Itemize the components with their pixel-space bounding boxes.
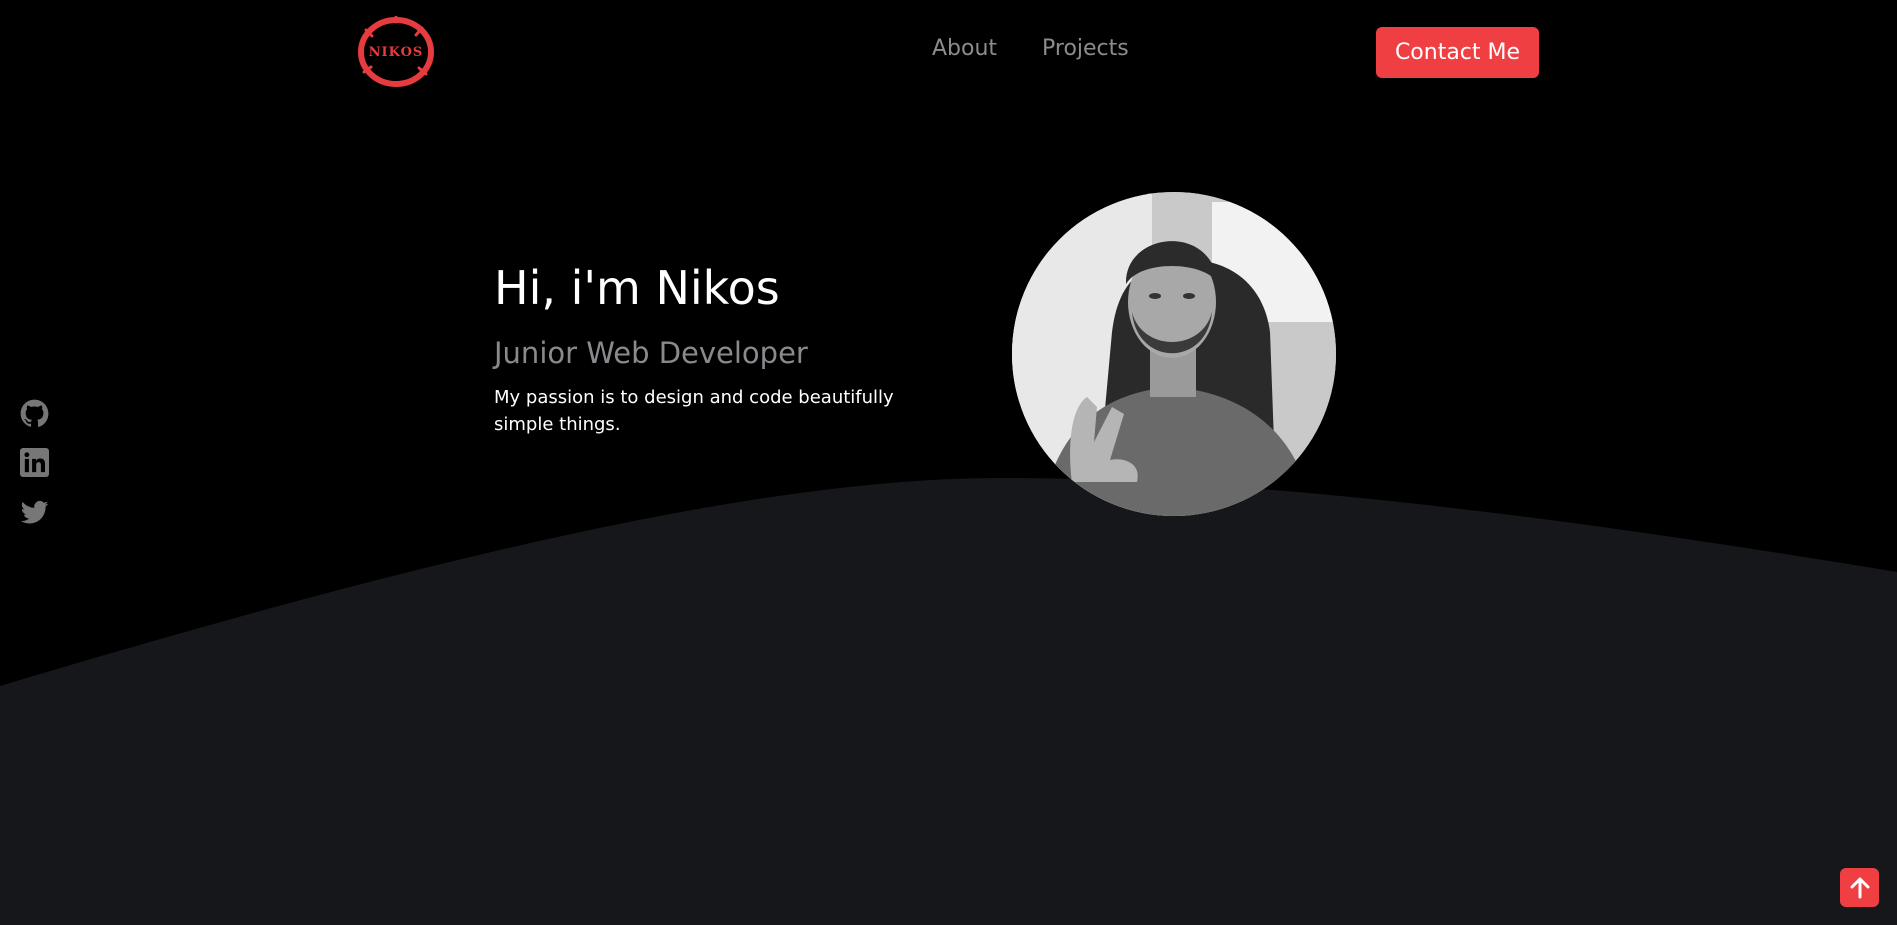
- logo[interactable]: NIKOS: [356, 15, 436, 88]
- profile-photo: [1012, 192, 1336, 516]
- scroll-to-top-button[interactable]: [1840, 868, 1879, 907]
- profile-avatar: [1012, 192, 1336, 516]
- background-wave: [0, 478, 1897, 925]
- nav-link-about[interactable]: About: [932, 36, 997, 61]
- hero-title: Hi, i'm Nikos: [494, 261, 780, 315]
- github-glyph: [20, 399, 49, 427]
- twitter-icon[interactable]: [20, 498, 49, 527]
- nav-link-projects[interactable]: Projects: [1042, 36, 1129, 61]
- logo-text: NIKOS: [368, 44, 424, 60]
- hero-description: My passion is to design and code beautif…: [494, 387, 894, 435]
- hero-subtitle: Junior Web Developer: [494, 336, 808, 370]
- twitter-glyph: [20, 500, 49, 524]
- page: NIKOS About Projects Contact Me Hi, i'm …: [0, 0, 1897, 925]
- arrow-up-icon: [1850, 877, 1869, 898]
- linkedin-icon[interactable]: [20, 448, 49, 477]
- contact-me-button[interactable]: Contact Me: [1376, 27, 1539, 78]
- linkedin-glyph: [20, 448, 49, 477]
- github-icon[interactable]: [20, 399, 49, 428]
